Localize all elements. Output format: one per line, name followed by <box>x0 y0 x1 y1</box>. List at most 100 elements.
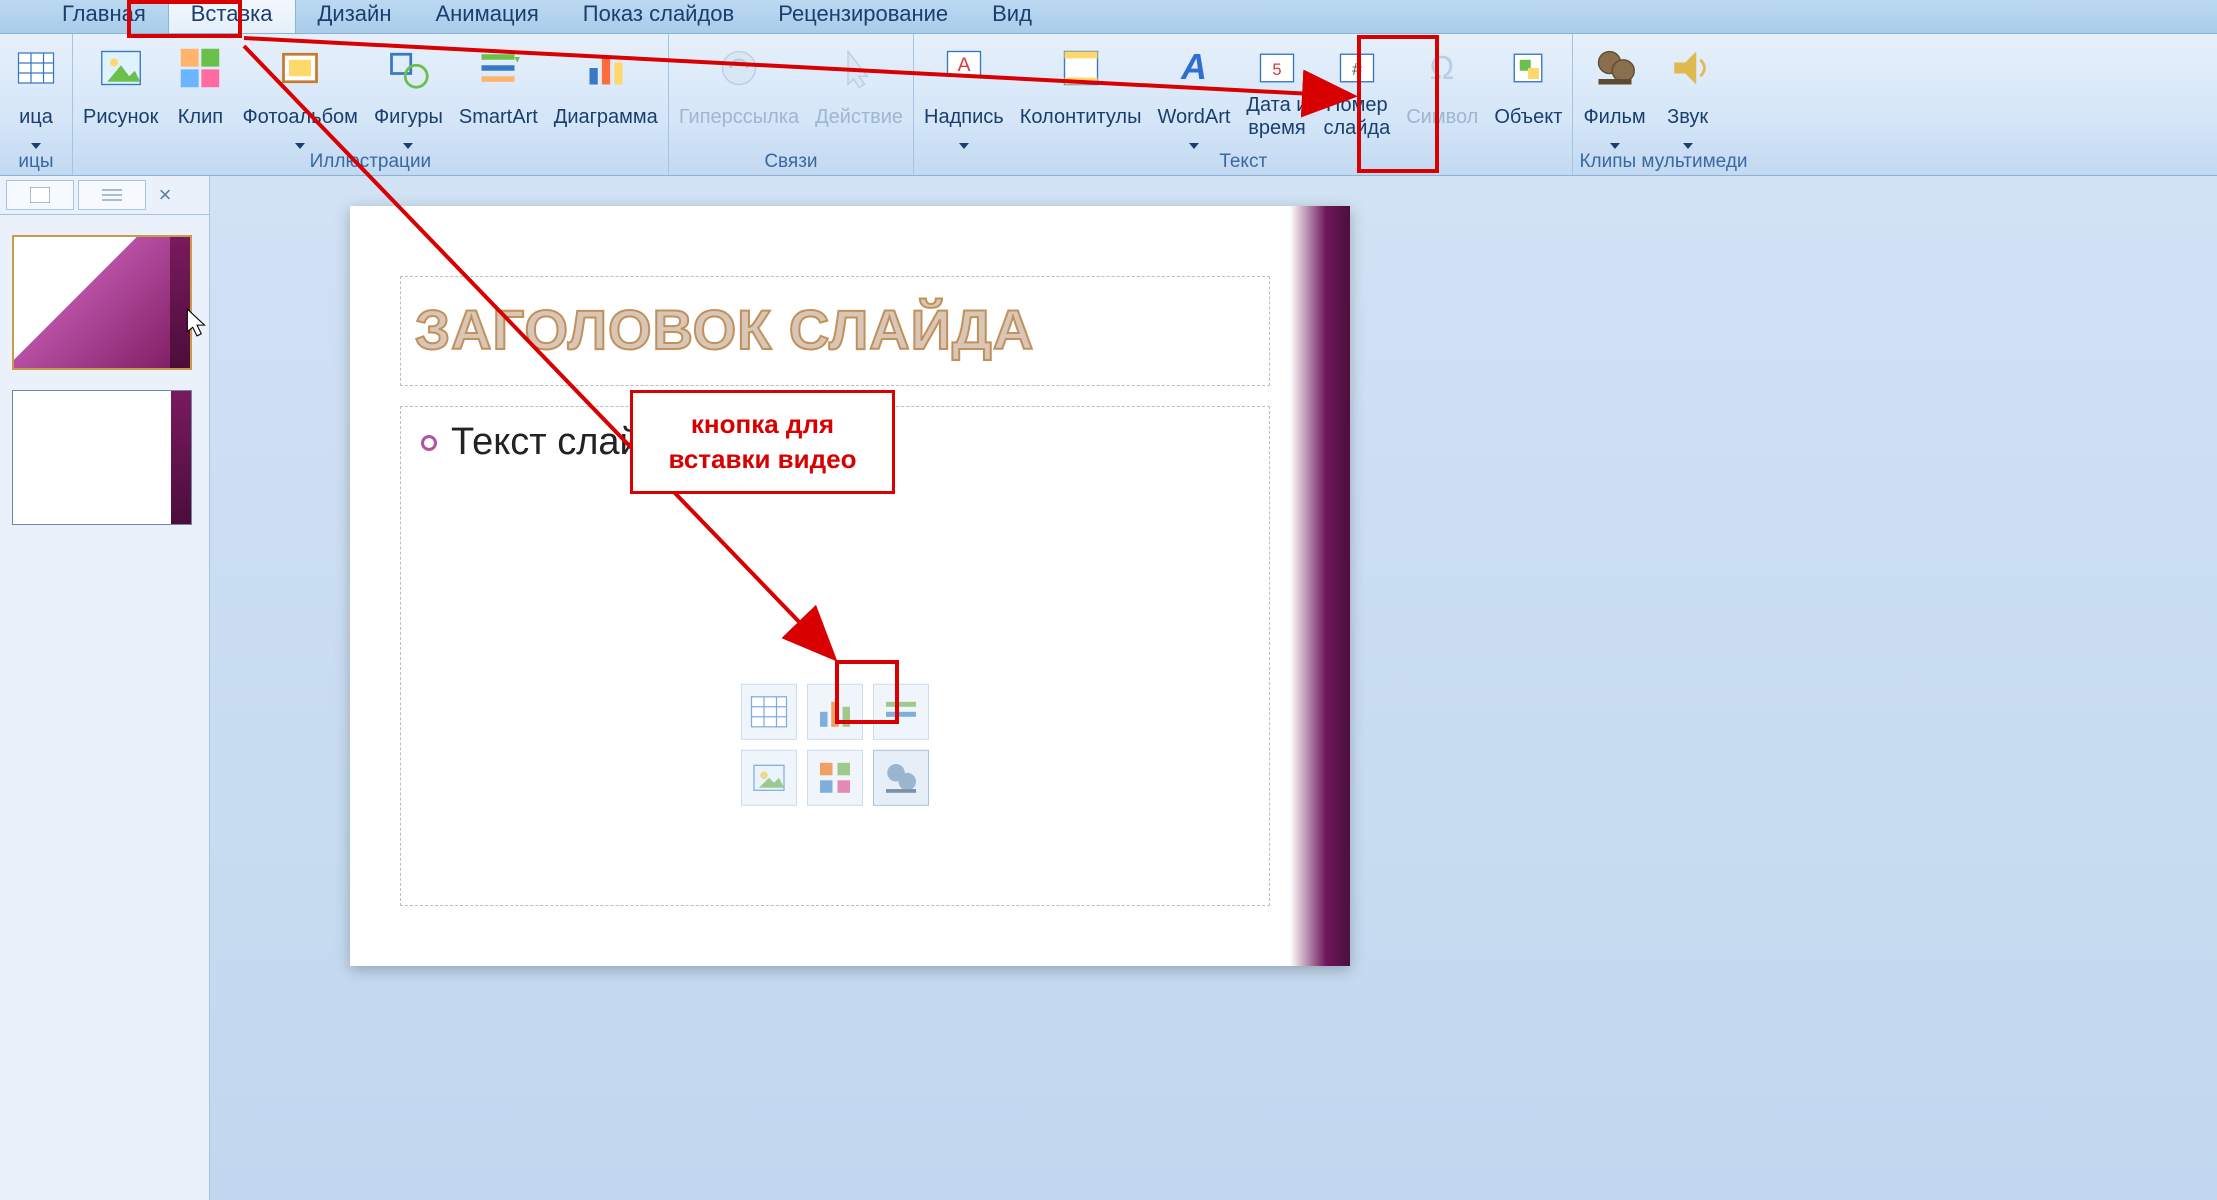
smartart-icon <box>474 44 522 92</box>
ribbon-chart-button[interactable]: Диаграмма <box>550 40 662 140</box>
menu-tabs: Главная Вставка Дизайн Анимация Показ сл… <box>0 0 2217 34</box>
action-icon <box>835 44 883 92</box>
ribbon-textbox-button[interactable]: A Надпись <box>920 40 1008 149</box>
sound-icon <box>1664 44 1712 92</box>
ribbon-object-button[interactable]: Объект <box>1490 40 1566 140</box>
slides-icon <box>30 187 50 203</box>
ribbon-movie-label: Фильм <box>1583 94 1645 140</box>
insert-smartart-icon[interactable] <box>873 684 929 740</box>
ribbon-object-label: Объект <box>1494 94 1562 140</box>
picture-icon <box>97 44 145 92</box>
insert-table-icon[interactable] <box>741 684 797 740</box>
dropdown-arrow-icon <box>1610 143 1620 149</box>
outline-icon <box>102 188 122 202</box>
shapes-icon <box>384 44 432 92</box>
panel-close-button[interactable]: × <box>150 180 180 210</box>
tab-slideshow[interactable]: Показ слайдов <box>561 0 756 33</box>
slideno-icon: # <box>1333 44 1381 92</box>
dropdown-arrow-icon <box>959 143 969 149</box>
ribbon-clip-button[interactable]: Клип <box>170 40 230 140</box>
dropdown-arrow-icon <box>403 143 413 149</box>
ribbon-shapes-button[interactable]: Фигуры <box>370 40 447 149</box>
hyperlink-icon <box>715 44 763 92</box>
tab-insert[interactable]: Вставка <box>168 0 296 33</box>
svg-text:A: A <box>1180 47 1207 87</box>
ribbon-slideno-button[interactable]: # Номер слайда <box>1319 40 1394 140</box>
ribbon-hyperlink-button: Гиперссылка <box>675 40 803 140</box>
ribbon-hyperlink-label: Гиперссылка <box>679 94 799 140</box>
chart-icon <box>582 44 630 92</box>
ribbon-datetime-label: Дата и время <box>1246 94 1307 140</box>
work-area: × ЗАГОЛОВОК СЛАЙДА Текст слай <box>0 176 2217 1200</box>
textbox-icon: A <box>940 44 988 92</box>
ribbon-photoalbum-label: Фотоальбом <box>242 94 358 140</box>
slide-title-text: ЗАГОЛОВОК СЛАЙДА <box>415 297 1255 362</box>
ribbon-action-button: Действие <box>811 40 907 140</box>
ribbon-smartart-label: SmartArt <box>459 94 538 140</box>
ribbon-sound-button[interactable]: Звук <box>1658 40 1718 149</box>
panel-tabs: × <box>0 176 209 215</box>
ribbon-table-button[interactable]: ица <box>6 40 66 149</box>
ribbon-headerfooter-button[interactable]: Колонтитулы <box>1016 40 1146 140</box>
photoalbum-icon <box>276 44 324 92</box>
dropdown-arrow-icon <box>295 143 305 149</box>
tab-design[interactable]: Дизайн <box>296 0 414 33</box>
slide-panel: × <box>0 176 210 1200</box>
dropdown-arrow-icon <box>1189 143 1199 149</box>
slide-thumbnail-2[interactable] <box>12 390 192 525</box>
ribbon-photoalbum-button[interactable]: Фотоальбом <box>238 40 362 149</box>
object-icon <box>1504 44 1552 92</box>
ribbon-smartart-button[interactable]: SmartArt <box>455 40 542 140</box>
ribbon-picture-button[interactable]: Рисунок <box>79 40 162 140</box>
wordart-icon: A <box>1170 44 1218 92</box>
current-slide[interactable]: ЗАГОЛОВОК СЛАЙДА Текст слай <box>350 206 1350 966</box>
ribbon-wordart-button[interactable]: A WordArt <box>1153 40 1234 149</box>
ribbon-picture-label: Рисунок <box>83 94 158 140</box>
slide-editor: ЗАГОЛОВОК СЛАЙДА Текст слай <box>210 176 2217 1200</box>
slide-thumbnail-1[interactable] <box>12 235 192 370</box>
annotation-line1: кнопка для <box>657 407 868 442</box>
ribbon-action-label: Действие <box>815 94 903 140</box>
insert-media-icon[interactable] <box>873 750 929 806</box>
group-label-tables: ицы <box>6 149 66 173</box>
clip-icon <box>176 44 224 92</box>
slide-theme-accent <box>1290 206 1350 966</box>
ribbon-sound-label: Звук <box>1667 94 1708 140</box>
svg-text:5: 5 <box>1272 61 1281 79</box>
tab-review[interactable]: Рецензирование <box>756 0 970 33</box>
tab-home[interactable]: Главная <box>40 0 168 33</box>
group-label-links: Связи <box>675 149 907 173</box>
svg-text:#: # <box>1352 59 1362 79</box>
tab-animation[interactable]: Анимация <box>413 0 560 33</box>
ribbon-chart-label: Диаграмма <box>554 94 658 140</box>
symbol-icon: Ω <box>1418 44 1466 92</box>
movie-icon <box>1591 44 1639 92</box>
svg-text:Ω: Ω <box>1430 49 1455 86</box>
group-label-text: Текст <box>920 149 1566 173</box>
ribbon-group-text: A Надпись Колонтитулы A WordArt <box>914 34 1573 175</box>
insert-chart-icon[interactable] <box>807 684 863 740</box>
svg-text:A: A <box>957 55 970 76</box>
title-placeholder[interactable]: ЗАГОЛОВОК СЛАЙДА <box>400 276 1270 386</box>
ribbon-wordart-label: WordArt <box>1157 94 1230 140</box>
insert-clipart-icon[interactable] <box>807 750 863 806</box>
panel-tab-outline[interactable] <box>78 180 146 210</box>
ribbon-insert: ица ицы Рисунок Клип <box>0 34 2217 176</box>
group-label-illustrations: Иллюстрации <box>79 149 662 173</box>
bullet-icon <box>421 435 437 451</box>
tab-view[interactable]: Вид <box>970 0 1054 33</box>
ribbon-group-illustrations: Рисунок Клип Фотоальбом Фигуры <box>73 34 669 175</box>
ribbon-group-links: Гиперссылка Действие Связи <box>669 34 914 175</box>
mouse-cursor <box>186 308 208 338</box>
ribbon-headerfooter-label: Колонтитулы <box>1020 94 1142 140</box>
ribbon-datetime-button[interactable]: 5 Дата и время <box>1242 40 1311 140</box>
ribbon-group-media: Фильм Звук Клипы мультимеди <box>1573 34 1753 175</box>
ribbon-slideno-label: Номер слайда <box>1323 94 1390 140</box>
ribbon-clip-label: Клип <box>178 94 223 140</box>
ribbon-symbol-button: Ω Символ <box>1402 40 1482 140</box>
annotation-line2: вставки видео <box>657 442 868 477</box>
dropdown-arrow-icon <box>1683 143 1693 149</box>
insert-picture-icon[interactable] <box>741 750 797 806</box>
panel-tab-slides[interactable] <box>6 180 74 210</box>
ribbon-movie-button[interactable]: Фильм <box>1579 40 1649 149</box>
